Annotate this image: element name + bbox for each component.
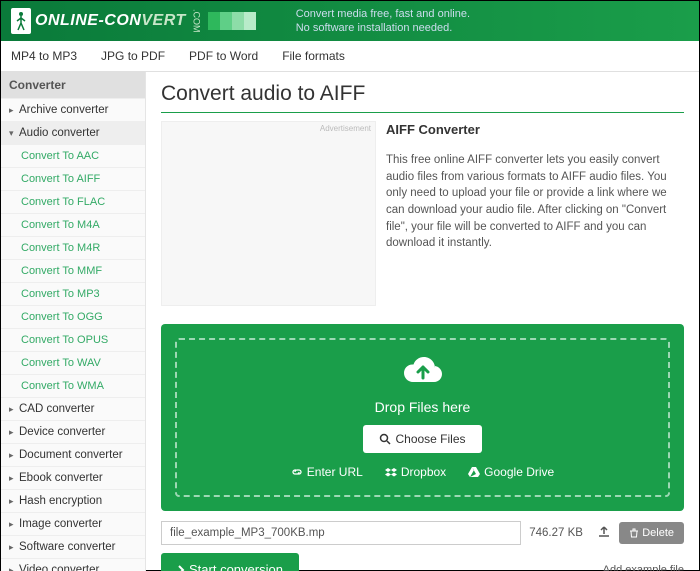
- sidebar-cat-label: Audio converter: [19, 127, 100, 139]
- google-drive-link[interactable]: Google Drive: [468, 465, 554, 479]
- sidebar-cat-label: Archive converter: [19, 104, 108, 116]
- ad-label: Advertisement: [320, 124, 371, 133]
- sidebar-sub-convert-to-m4a[interactable]: Convert To M4A: [1, 213, 145, 236]
- logo-icon: [11, 8, 31, 34]
- search-icon: [379, 433, 391, 445]
- sidebar-cat-image-converter[interactable]: ▸Image converter: [1, 512, 145, 535]
- title-underline: [161, 112, 684, 113]
- sidebar-cat-label: Document converter: [19, 449, 123, 461]
- sidebar-sub-convert-to-m4r[interactable]: Convert To M4R: [1, 236, 145, 259]
- chevron-right-icon: ▸: [9, 519, 17, 530]
- sidebar-cat-label: Device converter: [19, 426, 105, 438]
- sidebar: Converter ▸Archive converter▾Audio conve…: [1, 72, 146, 571]
- delete-button[interactable]: Delete: [619, 522, 684, 544]
- sidebar-sub-convert-to-wma[interactable]: Convert To WMA: [1, 374, 145, 397]
- sidebar-cat-hash-encryption[interactable]: ▸Hash encryption: [1, 489, 145, 512]
- sidebar-cat-label: CAD converter: [19, 403, 94, 415]
- chevron-right-icon: ▸: [9, 565, 17, 571]
- file-name-input[interactable]: [161, 521, 521, 545]
- sidebar-sub-convert-to-ogg[interactable]: Convert To OGG: [1, 305, 145, 328]
- topnav-file-formats[interactable]: File formats: [282, 49, 345, 63]
- logo[interactable]: ONLINE-CONVERT .COM: [11, 8, 202, 34]
- sidebar-cat-ebook-converter[interactable]: ▸Ebook converter: [1, 466, 145, 489]
- app-header: ONLINE-CONVERT .COM Convert media free, …: [1, 1, 699, 41]
- top-nav: MP4 to MP3 JPG to PDF PDF to Word File f…: [1, 41, 699, 72]
- chevron-right-icon: ▸: [9, 496, 17, 507]
- sidebar-sub-convert-to-aac[interactable]: Convert To AAC: [1, 144, 145, 167]
- sidebar-cat-software-converter[interactable]: ▸Software converter: [1, 535, 145, 558]
- sidebar-sub-convert-to-opus[interactable]: Convert To OPUS: [1, 328, 145, 351]
- logo-text: ONLINE-CONVERT: [35, 12, 186, 30]
- topnav-jpg-pdf[interactable]: JPG to PDF: [101, 49, 165, 63]
- file-row: 746.27 KB Delete: [161, 521, 684, 545]
- chevron-right-icon: ▸: [9, 404, 17, 415]
- drop-label: Drop Files here: [187, 399, 658, 415]
- sidebar-cat-device-converter[interactable]: ▸Device converter: [1, 420, 145, 443]
- chevron-right-icon: ▸: [9, 473, 17, 484]
- sidebar-cat-audio-converter[interactable]: ▾Audio converter: [1, 121, 145, 144]
- intro-text: AIFF Converter This free online AIFF con…: [386, 121, 684, 306]
- sidebar-sub-convert-to-mp3[interactable]: Convert To MP3: [1, 282, 145, 305]
- sidebar-header: Converter: [1, 72, 145, 98]
- header-decoration: [208, 12, 256, 30]
- chevron-down-icon: ▾: [9, 128, 17, 139]
- file-size: 746.27 KB: [529, 527, 589, 539]
- advertisement-box: Advertisement: [161, 121, 376, 306]
- chevron-right-icon: ▸: [9, 450, 17, 461]
- enter-url-link[interactable]: Enter URL: [291, 465, 363, 479]
- upload-icon[interactable]: [597, 525, 611, 542]
- sidebar-sub-convert-to-aiff[interactable]: Convert To AIFF: [1, 167, 145, 190]
- cloud-upload-icon: [401, 354, 445, 388]
- sidebar-sub-convert-to-flac[interactable]: Convert To FLAC: [1, 190, 145, 213]
- link-icon: [291, 466, 303, 478]
- sidebar-sub-convert-to-mmf[interactable]: Convert To MMF: [1, 259, 145, 282]
- chevron-right-icon: [177, 565, 185, 571]
- choose-files-button[interactable]: Choose Files: [363, 425, 481, 453]
- dropbox-link[interactable]: Dropbox: [385, 465, 446, 479]
- logo-com: .COM: [192, 9, 202, 33]
- topnav-mp4-mp3[interactable]: MP4 to MP3: [11, 49, 77, 63]
- sidebar-cat-video-converter[interactable]: ▸Video converter: [1, 558, 145, 571]
- topnav-pdf-word[interactable]: PDF to Word: [189, 49, 258, 63]
- tagline: Convert media free, fast and online. No …: [296, 7, 470, 36]
- google-drive-icon: [468, 466, 480, 478]
- sidebar-cat-label: Video converter: [19, 564, 99, 571]
- sidebar-cat-label: Image converter: [19, 518, 102, 530]
- sidebar-cat-archive-converter[interactable]: ▸Archive converter: [1, 98, 145, 121]
- sidebar-cat-cad-converter[interactable]: ▸CAD converter: [1, 397, 145, 420]
- dropzone[interactable]: Drop Files here Choose Files Enter URL D…: [161, 324, 684, 511]
- main-content: Convert audio to AIFF Advertisement AIFF…: [146, 72, 699, 571]
- dropbox-icon: [385, 466, 397, 478]
- chevron-right-icon: ▸: [9, 427, 17, 438]
- sidebar-cat-document-converter[interactable]: ▸Document converter: [1, 443, 145, 466]
- start-conversion-button[interactable]: Start conversion: [161, 553, 299, 571]
- sidebar-cat-label: Software converter: [19, 541, 116, 553]
- trash-icon: [629, 528, 639, 538]
- sidebar-cat-label: Hash encryption: [19, 495, 102, 507]
- add-example-link[interactable]: Add example file: [603, 564, 684, 571]
- chevron-right-icon: ▸: [9, 105, 17, 116]
- sidebar-sub-convert-to-wav[interactable]: Convert To WAV: [1, 351, 145, 374]
- intro-heading: AIFF Converter: [386, 121, 684, 140]
- intro-body: This free online AIFF converter lets you…: [386, 152, 684, 252]
- chevron-right-icon: ▸: [9, 542, 17, 553]
- page-title: Convert audio to AIFF: [161, 82, 684, 106]
- sidebar-cat-label: Ebook converter: [19, 472, 103, 484]
